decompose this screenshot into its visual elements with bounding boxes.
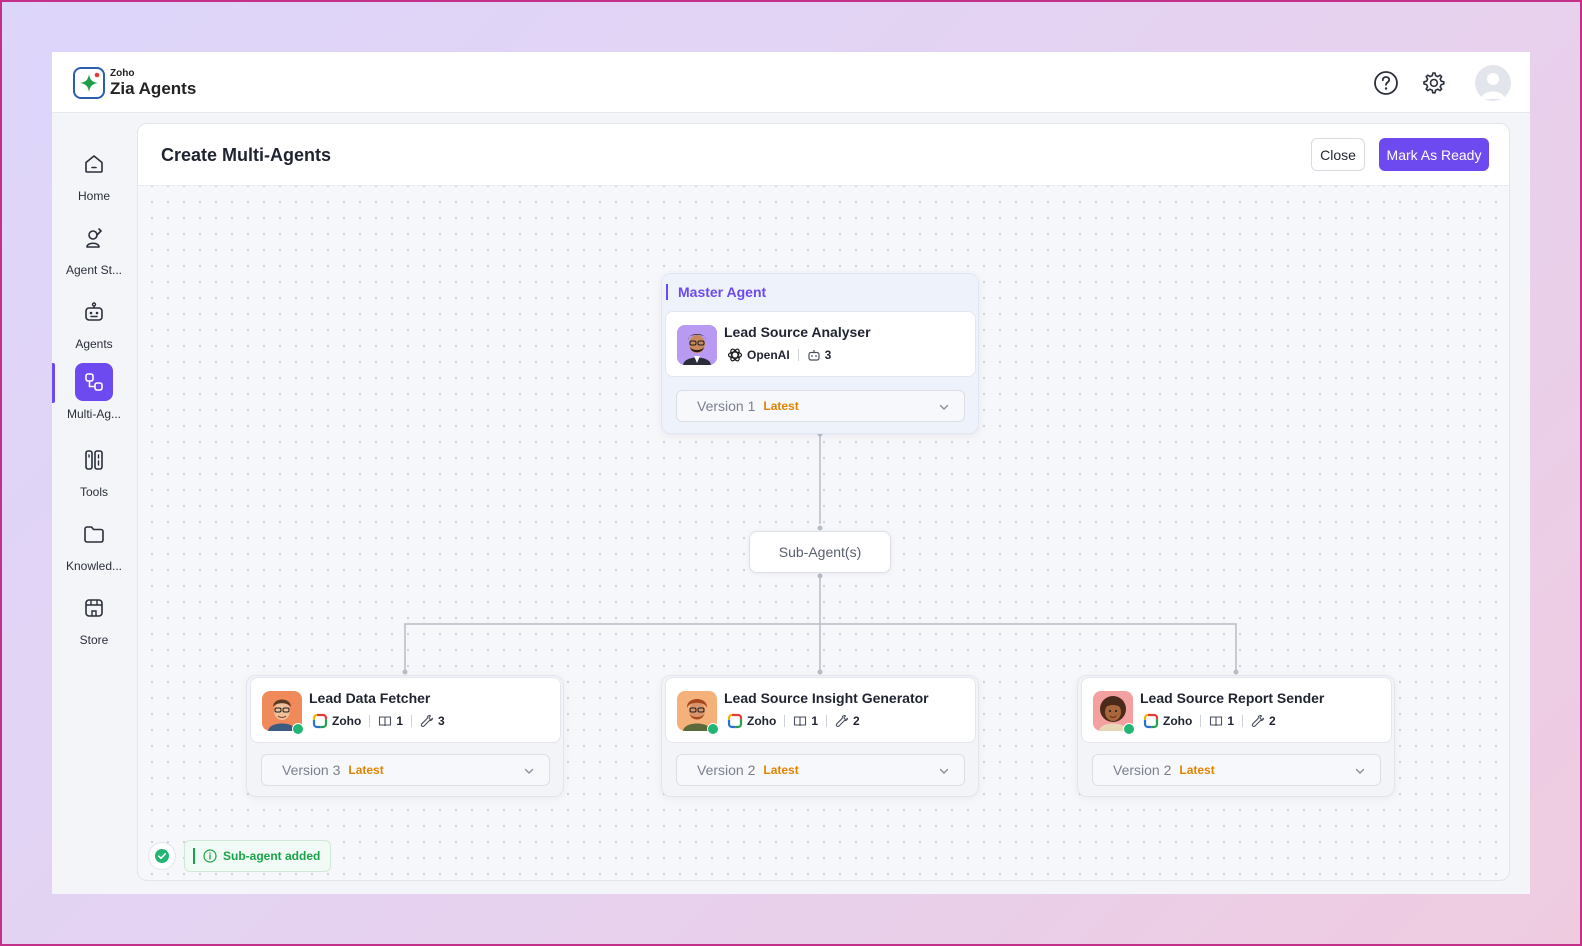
- tools-icon: [75, 441, 113, 479]
- version-value: Version 2: [1113, 762, 1172, 778]
- sub-agents-node[interactable]: Sub-Agent(s): [749, 531, 891, 573]
- knowledge-count: 1: [396, 714, 404, 728]
- verified-check-icon: [707, 723, 719, 735]
- sub-agent-card[interactable]: Lead Source Insight Generator Zoho 1 2: [665, 677, 976, 743]
- zoho-icon: [312, 713, 328, 729]
- sidebar-item-label: Knowled...: [65, 559, 123, 573]
- chevron-down-icon: [938, 764, 950, 780]
- home-icon: [75, 145, 113, 183]
- tools-count: 2: [1269, 714, 1276, 728]
- sidebar-item-label: Multi-Ag...: [66, 407, 121, 421]
- book-icon: [378, 714, 392, 728]
- top-bar: Zoho Zia Agents: [52, 52, 1530, 113]
- sidebar-item-label: Tools: [79, 485, 108, 499]
- master-agent-label: Master Agent: [666, 284, 766, 300]
- sidebar-item-label: Agent St...: [65, 263, 123, 277]
- agent-meta: Zoho 1 2: [1143, 713, 1276, 729]
- latest-badge: Latest: [1179, 763, 1215, 777]
- tools-count: 2: [853, 714, 860, 728]
- chevron-down-icon: [1354, 764, 1366, 780]
- version-value: Version 3: [282, 762, 341, 778]
- sidebar-item-multi-agents[interactable]: Multi-Ag...: [52, 363, 136, 433]
- chevron-down-icon: [938, 400, 950, 416]
- agent-name: Lead Source Report Sender: [1140, 690, 1325, 706]
- version-select[interactable]: Version 2 Latest: [1092, 754, 1381, 786]
- zoho-icon: [727, 713, 743, 729]
- robot-icon: [75, 293, 113, 331]
- book-icon: [793, 714, 807, 728]
- openai-icon: [727, 347, 743, 363]
- latest-badge: Latest: [763, 763, 799, 777]
- agent-name: Lead Source Insight Generator: [724, 690, 929, 706]
- latest-badge: Latest: [348, 763, 384, 777]
- provider-name: Zoho: [1163, 714, 1193, 728]
- wrench-icon: [835, 714, 849, 728]
- sidebar-item-store[interactable]: Store: [52, 589, 136, 659]
- sidebar-item-knowledge[interactable]: Knowled...: [52, 515, 136, 585]
- version-select[interactable]: Version 2 Latest: [676, 754, 965, 786]
- multi-agent-icon: [75, 363, 113, 401]
- agent-studio-icon: [75, 219, 113, 257]
- provider-name: Zoho: [747, 714, 777, 728]
- sidebar-item-home[interactable]: Home: [52, 145, 136, 215]
- app-window: Zoho Zia Agents Home Agent St... Agents …: [52, 52, 1530, 894]
- version-select[interactable]: Version 3 Latest: [261, 754, 550, 786]
- zia-agents-logo[interactable]: Zoho Zia Agents: [73, 67, 196, 99]
- tools-count: 3: [438, 714, 445, 728]
- master-agent-node[interactable]: Master Agent Lead Source Analyser OpenAI…: [661, 273, 979, 434]
- settings-icon[interactable]: [1418, 68, 1448, 98]
- toast-message: Sub-agent added: [223, 849, 321, 863]
- knowledge-count: 1: [811, 714, 819, 728]
- verified-check-icon: [292, 723, 304, 735]
- canvas-panel: Create Multi-Agents Close Mark As Ready …: [137, 123, 1510, 881]
- agent-name: Lead Source Analyser: [724, 324, 871, 340]
- agent-meta: Zoho 1 2: [727, 713, 860, 729]
- zoho-icon: [1143, 713, 1159, 729]
- brand-name: Zia Agents: [110, 79, 197, 98]
- folder-icon: [75, 515, 113, 553]
- sidebar-item-tools[interactable]: Tools: [52, 441, 136, 511]
- knowledge-count: 1: [1227, 714, 1235, 728]
- store-icon: [75, 589, 113, 627]
- sparkle-logo-icon: [73, 67, 105, 99]
- sidebar: Home Agent St... Agents Multi-Ag... Tool: [52, 113, 136, 894]
- chevron-down-icon: [523, 764, 535, 780]
- version-select[interactable]: Version 1 Latest: [676, 390, 965, 422]
- brand-small-text: Zoho: [110, 68, 135, 79]
- wrench-icon: [1251, 714, 1265, 728]
- robot-icon: [807, 348, 821, 362]
- wrench-icon: [420, 714, 434, 728]
- sub-agent-card[interactable]: Lead Source Report Sender Zoho 1 2: [1081, 677, 1392, 743]
- sub-agents-count: 3: [824, 348, 832, 362]
- agent-meta: OpenAI 3: [727, 347, 831, 363]
- version-value: Version 1: [697, 398, 756, 414]
- agent-name: Lead Data Fetcher: [309, 690, 431, 706]
- sub-agent-card[interactable]: Lead Data Fetcher Zoho 1 3: [250, 677, 561, 743]
- sub-agent-node[interactable]: Lead Source Insight Generator Zoho 1 2 V…: [661, 675, 979, 797]
- book-icon: [1209, 714, 1223, 728]
- provider-name: OpenAI: [747, 348, 790, 362]
- sub-agent-node[interactable]: Lead Data Fetcher Zoho 1 3 Version 3 Lat…: [246, 675, 564, 797]
- provider-name: Zoho: [332, 714, 362, 728]
- sidebar-item-label: Store: [79, 633, 109, 647]
- sidebar-item-agent-studio[interactable]: Agent St...: [52, 219, 136, 289]
- success-check-icon: [148, 842, 176, 870]
- master-agent-card[interactable]: Lead Source Analyser OpenAI 3: [665, 311, 976, 377]
- sidebar-item-label: Home: [77, 189, 110, 203]
- agent-meta: Zoho 1 3: [312, 713, 445, 729]
- sidebar-item-agents[interactable]: Agents: [52, 293, 136, 363]
- help-icon[interactable]: [1371, 68, 1401, 98]
- user-avatar[interactable]: [1475, 65, 1511, 101]
- sidebar-item-label: Agents: [75, 337, 113, 351]
- latest-badge: Latest: [763, 399, 799, 413]
- verified-check-icon: [1123, 723, 1135, 735]
- info-icon: [203, 849, 217, 863]
- toast-notification: Sub-agent added: [184, 840, 332, 872]
- agent-avatar: [677, 325, 717, 365]
- version-value: Version 2: [697, 762, 756, 778]
- sub-agent-node[interactable]: Lead Source Report Sender Zoho 1 2 Versi…: [1077, 675, 1395, 797]
